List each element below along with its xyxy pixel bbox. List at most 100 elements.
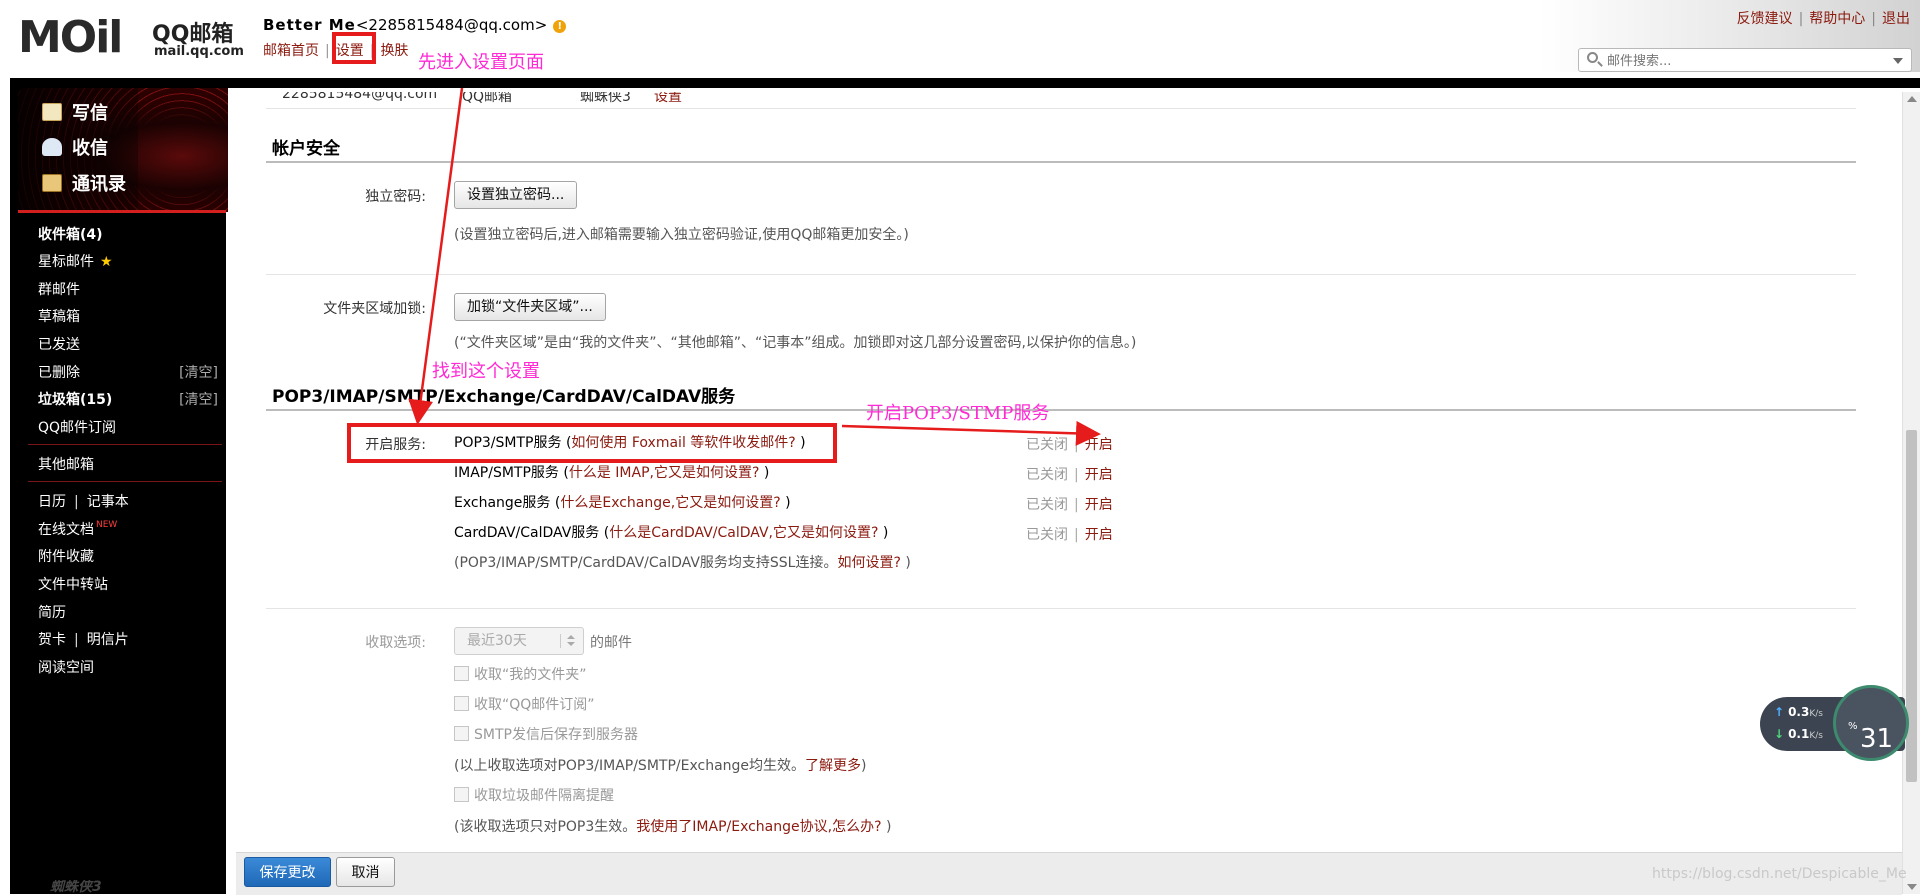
scroll-up-icon[interactable] (1907, 96, 1917, 102)
mail-search-input[interactable] (1605, 50, 1869, 72)
contacts-label: 通讯录 (72, 174, 126, 195)
account-action-label: 设置 (654, 92, 682, 105)
folder-lock-label: 文件夹区域加锁: (323, 301, 426, 317)
memory-usage-gauge[interactable]: 31% (1833, 685, 1909, 761)
postcards-link[interactable]: 明信片 (87, 632, 129, 648)
sidebar-item-deleted[interactable]: 已删除 [清空] (38, 362, 222, 384)
reading-label: 阅读空间 (38, 660, 94, 676)
qq-mail-logo[interactable]: MOil QQ邮箱 mail.qq.com (18, 14, 248, 64)
percent-unit: % (1848, 721, 1858, 732)
sidebar-item-spam[interactable]: 垃圾箱(15) [清空] (38, 389, 222, 411)
smtp-save-checkbox[interactable]: SMTP发信后保存到服务器 (454, 724, 638, 744)
contacts-button[interactable]: 通讯录 (42, 170, 126, 195)
sidebar-red-divider (18, 210, 226, 213)
feedback-link[interactable]: 反馈建议 (1737, 11, 1793, 27)
transfer-label: 文件中转站 (38, 577, 108, 593)
upload-value: 0.3 (1788, 705, 1810, 719)
attachments-label: 附件收藏 (38, 549, 94, 565)
settings-panel: 2285815484@qq.com QQ邮箱 蜘蛛侠3 设置 帐户安全 独立密码… (236, 92, 1902, 852)
vertical-scrollbar[interactable] (1902, 92, 1920, 894)
receive-button[interactable]: 收信 (42, 134, 108, 159)
cancel-button[interactable]: 取消 (336, 857, 395, 887)
cards-link[interactable]: 贺卡 (38, 632, 66, 648)
scroll-down-icon[interactable] (1907, 884, 1917, 890)
imap-exchange-help-link[interactable]: 我使用了IMAP/Exchange协议,怎么办? (636, 819, 881, 835)
lock-folder-button[interactable]: 加锁“文件夹区域”... (454, 293, 606, 321)
sidebar-item-docs[interactable]: 在线文档 NEW (38, 519, 222, 541)
account-settings-link[interactable]: 设置 (654, 92, 682, 106)
enable-imap-link[interactable]: 开启 (1085, 467, 1113, 483)
enable-pop3-link[interactable]: 开启 (1085, 437, 1113, 453)
sidebar-item-attachments[interactable]: 附件收藏 (38, 546, 222, 568)
service-carddav-caldav: CardDAV/CalDAV服务 (什么是CardDAV/CalDAV,它又是如… (454, 522, 888, 542)
compose-label: 写信 (72, 103, 108, 124)
mailbox-home-link[interactable]: 邮箱首页 (263, 43, 319, 59)
sidebar-divider (28, 481, 222, 482)
checkbox-icon (454, 726, 469, 741)
select-arrows-icon (560, 634, 577, 648)
paren-close: ) (861, 758, 867, 774)
receive-folders-checkbox[interactable]: 收取“我的文件夹” (454, 664, 587, 684)
set-password-button[interactable]: 设置独立密码... (454, 181, 578, 209)
paren-close: ) (881, 819, 892, 835)
search-dropdown-icon[interactable] (1893, 58, 1903, 64)
logout-link[interactable]: 退出 (1882, 11, 1910, 27)
enable-carddav-link[interactable]: 开启 (1085, 527, 1113, 543)
sidebar-item-subscribe[interactable]: QQ邮件订阅 (38, 417, 222, 439)
note-text: (以上收取选项对POP3/IMAP/SMTP/Exchange均生效。 (454, 758, 806, 774)
save-changes-button[interactable]: 保存更改 (244, 857, 331, 887)
sidebar-item-inbox[interactable]: 收件箱(4) (38, 224, 222, 246)
mail-search-box[interactable] (1578, 48, 1912, 72)
sidebar: 写信 收信 通讯录 收件箱(4) 星标邮件 ★ 群邮件 草稿箱 已发送 已删除 [清… (10, 84, 228, 894)
sidebar-item-group[interactable]: 群邮件 (38, 279, 222, 301)
sidebar-item-starred[interactable]: 星标邮件 ★ (38, 251, 222, 273)
pop3-status: 已关闭 | 开启 (1026, 434, 1113, 454)
ssl-help-link[interactable]: 如何设置? (837, 555, 900, 571)
status-text: 已关闭 (1026, 467, 1068, 483)
sidebar-item-reading[interactable]: 阅读空间 (38, 657, 222, 679)
checkbox-label: 收取垃圾邮件隔离提醒 (474, 788, 614, 804)
change-skin-link[interactable]: 换肤 (380, 43, 408, 59)
independent-password-label: 独立密码: (365, 189, 426, 205)
receive-label: 收信 (72, 138, 108, 159)
help-center-link[interactable]: 帮助中心 (1809, 11, 1865, 27)
usage-percent: 31 (1860, 724, 1894, 754)
skin-caption: 蜘蛛侠3 (50, 880, 102, 894)
row-divider (266, 108, 1856, 109)
services-title: POP3/IMAP/SMTP/Exchange/CardDAV/CalDAV服务 (272, 387, 736, 407)
service-name: Exchange服务 (454, 495, 551, 511)
download-speed: ↓ 0.1K/s (1774, 727, 1823, 741)
calendar-link[interactable]: 日历 (38, 494, 66, 510)
exchange-help-link[interactable]: 什么是Exchange,它又是如何设置? (560, 495, 780, 511)
status-text: 已关闭 (1026, 497, 1068, 513)
compose-button[interactable]: 写信 (42, 99, 108, 124)
learn-more-link[interactable]: 了解更多 (805, 758, 861, 774)
clear-spam-link[interactable]: [清空] (179, 389, 218, 409)
exchange-status: 已关闭 | 开启 (1026, 494, 1113, 514)
receive-range-select[interactable]: 最近30天 (454, 627, 584, 655)
starred-label: 星标邮件 (38, 254, 94, 270)
pipe-separator: | (74, 632, 79, 648)
sidebar-item-resume[interactable]: 简历 (38, 602, 222, 624)
carddav-help-link[interactable]: 什么是CardDAV/CalDAV,它又是如何设置? (609, 525, 878, 541)
spam-reminder-checkbox[interactable]: 收取垃圾邮件隔离提醒 (454, 785, 614, 805)
sidebar-item-transfer[interactable]: 文件中转站 (38, 574, 222, 596)
subscribe-label: QQ邮件订阅 (38, 420, 117, 436)
receive-note-1: (以上收取选项对POP3/IMAP/SMTP/Exchange均生效。了解更多) (454, 755, 867, 775)
imap-help-link[interactable]: 什么是 IMAP,它又是如何设置? (569, 465, 760, 481)
sidebar-item-drafts[interactable]: 草稿箱 (38, 306, 222, 328)
notes-link[interactable]: 记事本 (87, 494, 129, 510)
clear-deleted-link[interactable]: [清空] (179, 362, 218, 382)
note-text: (该收取选项只对POP3生效。 (454, 819, 637, 835)
inbox-label: 收件箱(4) (38, 227, 103, 243)
section-rule (266, 161, 1856, 163)
compose-icon (42, 103, 62, 121)
ssl-note-text: (POP3/IMAP/SMTP/CardDAV/CalDAV服务均支持SSL连接… (454, 555, 838, 571)
warning-icon[interactable]: ! (553, 20, 567, 33)
enable-exchange-link[interactable]: 开启 (1085, 497, 1113, 513)
sidebar-item-other-mail[interactable]: 其他邮箱 (38, 454, 222, 476)
sidebar-item-sent[interactable]: 已发送 (38, 334, 222, 356)
row-divider (266, 608, 1856, 609)
receive-subscribe-checkbox[interactable]: 收取“QQ邮件订阅” (454, 694, 595, 714)
logo-mark: MOil (18, 12, 123, 63)
